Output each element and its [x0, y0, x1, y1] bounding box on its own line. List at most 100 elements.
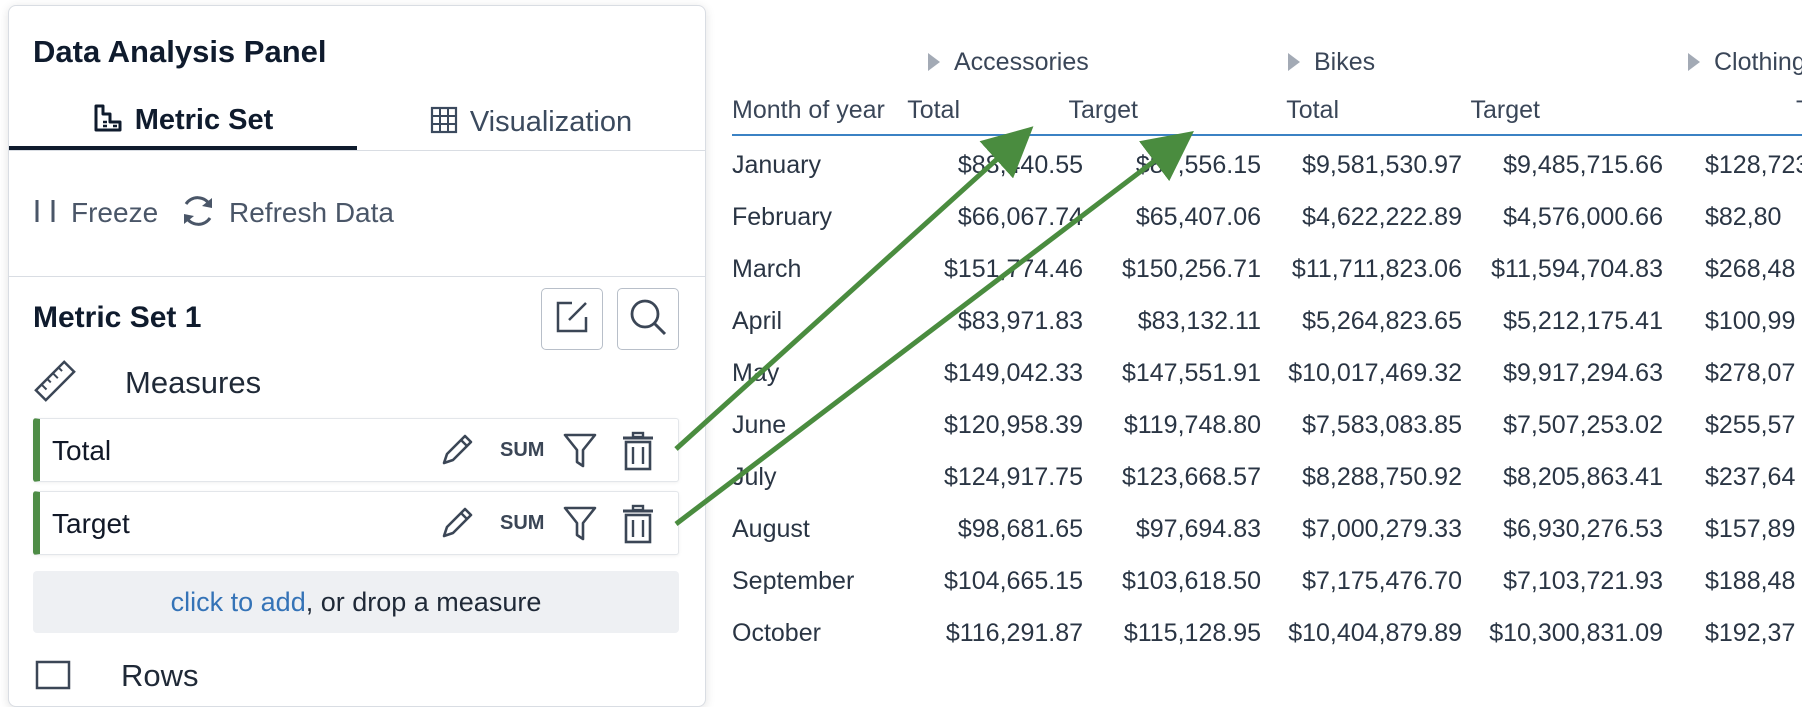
header-target[interactable]: Target [1471, 96, 1540, 125]
group-label: Accessories [954, 47, 1089, 76]
header-total[interactable]: T [1796, 96, 1802, 125]
measure-name: Target [52, 508, 130, 539]
measures-header: Measures [33, 358, 261, 408]
month-cell: July [732, 463, 777, 491]
value-cell: $104,665.15 [943, 567, 1083, 595]
group-header-bikes[interactable]: Bikes [1288, 44, 1375, 80]
value-cell: $98,681.65 [957, 515, 1083, 543]
grid-icon [430, 106, 458, 139]
month-cell: January [732, 151, 821, 179]
value-cell: $7,507,253.02 [1503, 411, 1663, 439]
value-cell: $5,264,823.65 [1302, 307, 1462, 335]
trash-icon[interactable] [620, 504, 656, 549]
freeze-icon [33, 196, 59, 231]
expand-triangle-icon[interactable] [928, 53, 940, 71]
add-measure-dropzone[interactable]: click to add , or drop a measure [33, 571, 679, 633]
data-analysis-panel: Data Analysis Panel Metric Set Visualiza… [8, 5, 706, 707]
value-cell: $7,103,721.93 [1503, 567, 1663, 595]
value-cell: $8,205,863.41 [1503, 463, 1663, 491]
value-cell: $10,404,879.89 [1288, 619, 1462, 647]
column-header-row: Month of year Total Target Total Target … [732, 94, 1802, 136]
value-cell: $119,748.80 [1123, 411, 1261, 439]
trash-icon[interactable] [620, 431, 656, 476]
value-cell: $124,917.75 [943, 463, 1083, 491]
group-header-accessories[interactable]: Accessories [928, 44, 1089, 80]
tab-visualization[interactable]: Visualization [357, 94, 705, 150]
value-cell: $151,774.46 [943, 255, 1083, 283]
month-cell: February [732, 203, 833, 231]
table-row[interactable]: January $88,440.55 $87,556.15 $9,581,530.97… [704, 149, 1802, 189]
table-row[interactable]: July $124,917.75 $123,668.57 $8,288,750.92 $… [704, 461, 1802, 501]
month-cell: September [732, 567, 855, 595]
filter-icon[interactable] [562, 431, 598, 476]
value-cell: $116,291.87 [945, 619, 1083, 647]
measure-item-target[interactable]: Target SUM [33, 491, 679, 555]
panel-tabs: Metric Set Visualization [9, 94, 705, 151]
value-cell: $147,551.91 [1121, 359, 1261, 387]
table-row[interactable]: September $104,665.15 $103,618.50 $7,175,47… [704, 565, 1802, 605]
edit-icon [554, 299, 590, 340]
rows-header: Rows [33, 656, 199, 696]
add-measure-hint: , or drop a measure [305, 586, 542, 617]
value-cell: $157,89 [1705, 515, 1796, 543]
pencil-icon[interactable] [438, 431, 476, 474]
value-cell: $237,64 [1705, 463, 1796, 491]
search-metric-set-button[interactable] [617, 288, 679, 350]
value-cell: $150,256.71 [1121, 255, 1261, 283]
click-to-add-link[interactable]: click to add [171, 587, 306, 618]
ruler-icon [33, 359, 77, 408]
value-cell: $11,594,704.83 [1491, 255, 1663, 283]
value-cell: $11,711,823.06 [1291, 255, 1462, 283]
table-row[interactable]: April $83,971.83 $83,132.11 $5,264,823.65 $5… [704, 305, 1802, 345]
table-row[interactable]: May $149,042.33 $147,551.91 $10,017,469.32 $… [704, 357, 1802, 397]
header-total[interactable]: Total [907, 96, 960, 125]
metric-set-title: Metric Set 1 [33, 301, 202, 334]
refresh-data-label: Refresh Data [229, 197, 394, 228]
header-target[interactable]: Target [1069, 96, 1138, 125]
refresh-data-button[interactable]: Refresh Data [179, 193, 394, 233]
value-cell: $7,000,279.33 [1302, 515, 1462, 543]
expand-triangle-icon[interactable] [1688, 53, 1700, 71]
value-cell: $268,48 [1705, 255, 1796, 283]
month-cell: June [732, 411, 787, 439]
header-total[interactable]: Total [1286, 96, 1339, 125]
table-row[interactable]: June $120,958.39 $119,748.80 $7,583,083.85 $… [704, 409, 1802, 449]
table-row[interactable]: March $151,774.46 $150,256.71 $11,711,823.0… [704, 253, 1802, 293]
value-cell: $10,300,831.09 [1489, 619, 1663, 647]
aggregation-sum-button[interactable]: SUM [500, 512, 544, 535]
value-cell: $100,99 [1705, 307, 1796, 335]
tab-metric-set-label: Metric Set [134, 103, 274, 136]
aggregation-sum-button[interactable]: SUM [500, 439, 544, 462]
tab-metric-set[interactable]: Metric Set [9, 94, 357, 150]
table-row[interactable]: February $66,067.74 $65,407.06 $4,622,222.8… [704, 201, 1802, 241]
value-cell: $97,694.83 [1135, 515, 1261, 543]
edit-metric-set-button[interactable] [541, 288, 603, 350]
table-row[interactable]: August $98,681.65 $97,694.83 $7,000,279.33 $… [704, 513, 1802, 553]
header-month-of-year[interactable]: Month of year [732, 96, 885, 125]
panel-title: Data Analysis Panel [33, 34, 327, 69]
freeze-button[interactable]: Freeze [33, 193, 158, 233]
table-row[interactable]: October $116,291.87 $115,128.95 $10,404,879… [704, 617, 1802, 657]
pencil-icon[interactable] [438, 504, 476, 547]
freeze-label: Freeze [71, 197, 159, 228]
value-cell: $8,288,750.92 [1302, 463, 1462, 491]
value-cell: $7,175,476.70 [1302, 567, 1462, 595]
value-cell: $65,407.06 [1135, 203, 1261, 231]
panel-toolbar: Freeze Refresh Data [9, 151, 705, 277]
value-cell: $82,80 [1705, 203, 1782, 231]
group-header-clothing[interactable]: Clothing [1688, 44, 1802, 80]
month-cell: October [732, 619, 821, 647]
tab-visualization-label: Visualization [469, 105, 633, 138]
expand-triangle-icon[interactable] [1288, 53, 1300, 71]
group-label: Clothing [1714, 47, 1802, 76]
value-cell: $278,07 [1705, 359, 1796, 387]
value-cell: $9,581,530.97 [1302, 151, 1462, 179]
measure-item-total[interactable]: Total SUM [33, 418, 679, 482]
value-cell: $120,958.39 [943, 411, 1083, 439]
value-cell: $128,723 [1705, 151, 1802, 179]
refresh-icon [179, 192, 217, 235]
filter-icon[interactable] [562, 504, 598, 549]
rows-label: Rows [121, 658, 199, 693]
value-cell: $115,128.95 [1123, 619, 1261, 647]
value-cell: $188,48 [1705, 567, 1796, 595]
